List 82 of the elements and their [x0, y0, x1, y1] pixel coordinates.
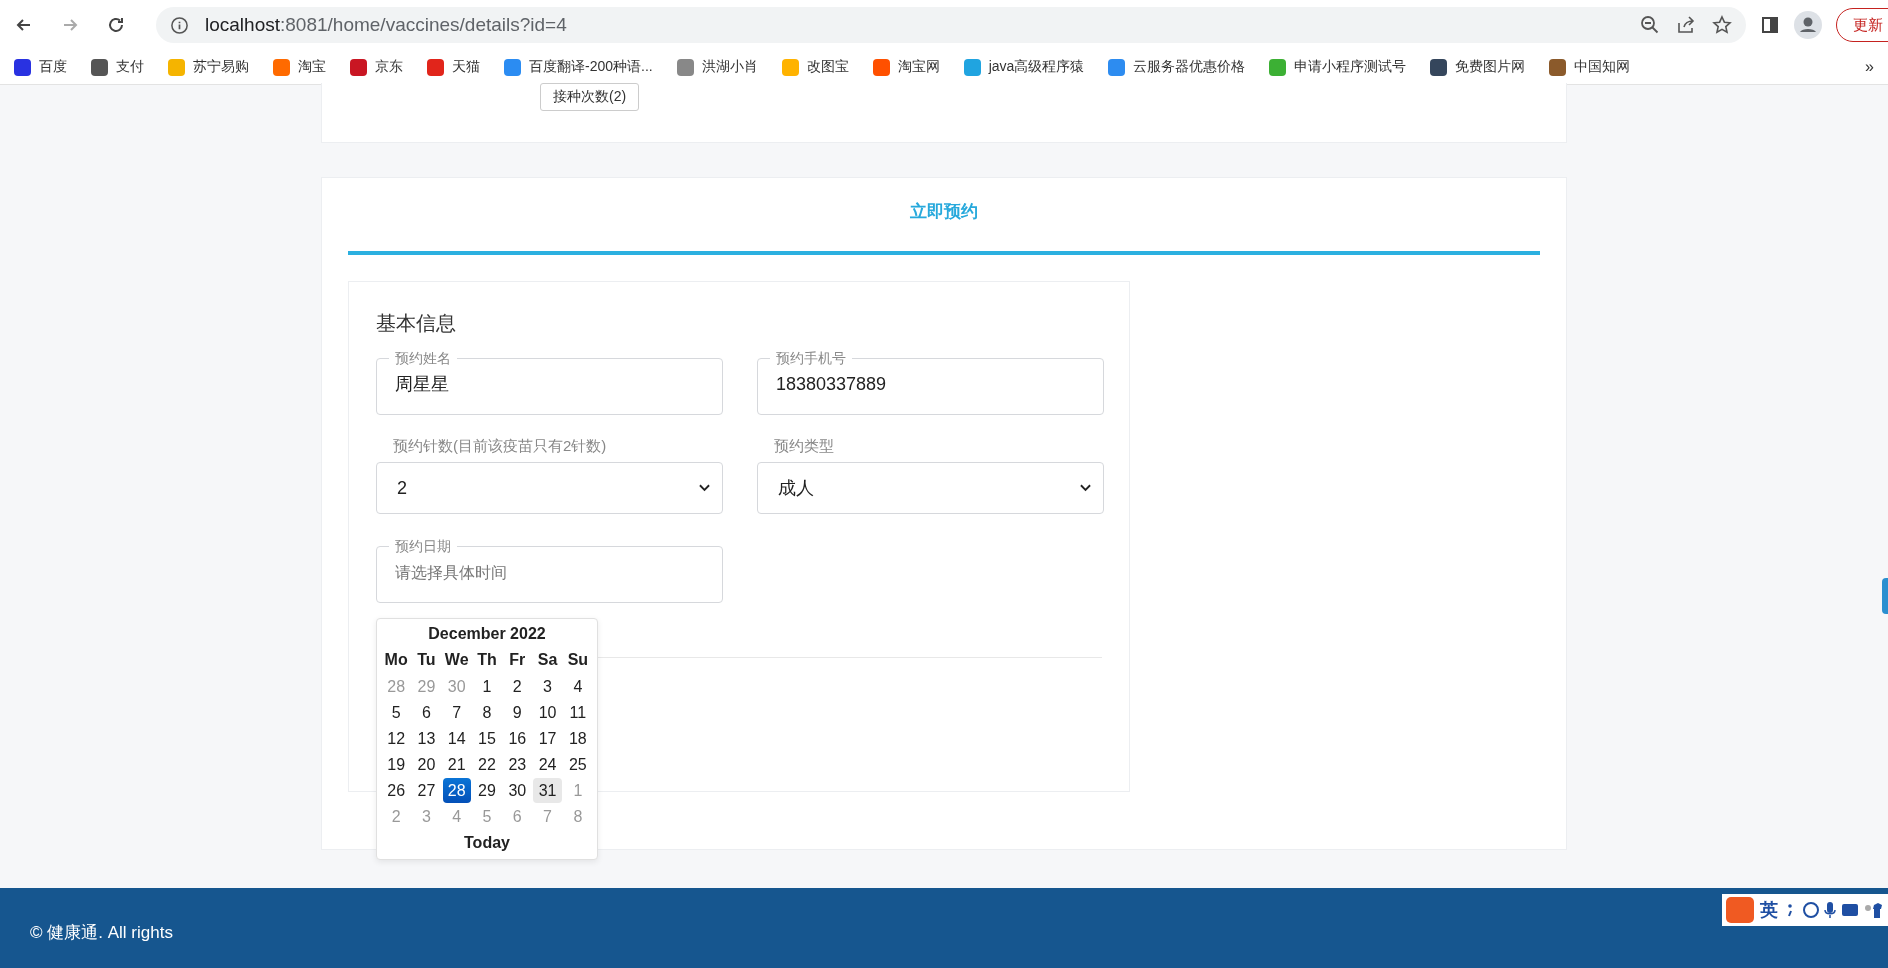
bookmark-item[interactable]: 京东: [350, 58, 403, 76]
field-label: 预约手机号: [775, 350, 847, 366]
input-mode-toggle[interactable]: 英: [1760, 898, 1778, 922]
weekday-label: Fr: [508, 650, 527, 670]
day-cell[interactable]: 15: [472, 726, 502, 751]
bookmark-item[interactable]: 天猫: [427, 58, 480, 76]
section-title: 基本信息: [376, 311, 457, 336]
day-cell[interactable]: 20: [412, 752, 441, 777]
day-cell[interactable]: 26: [382, 778, 411, 803]
day-cell[interactable]: 7: [442, 700, 471, 725]
bookmark-item[interactable]: java高级程序猿: [963, 58, 1085, 76]
bookmark-item[interactable]: 百度翻译-200种语...: [504, 58, 653, 76]
zoom-out-icon[interactable]: [1640, 15, 1660, 35]
profile-icon[interactable]: [1794, 11, 1822, 39]
bookmark-item[interactable]: 中国知网: [1549, 58, 1631, 76]
chevron-down-icon: [1080, 484, 1091, 492]
share-icon[interactable]: [1676, 15, 1696, 35]
day-cell[interactable]: 25: [563, 752, 592, 777]
day-cell[interactable]: 19: [382, 752, 411, 777]
field-label: 预约日期: [394, 538, 452, 554]
day-cell[interactable]: 28: [442, 778, 471, 803]
input-field[interactable]: 预约手机号 18380337889: [757, 350, 1104, 415]
day-cell[interactable]: 1: [472, 674, 502, 699]
update-button[interactable]: 更新: [1836, 8, 1888, 42]
day-cell[interactable]: 22: [472, 752, 502, 777]
field-label: 预约姓名: [394, 350, 452, 366]
more-bookmarks-button[interactable]: »: [1865, 58, 1874, 76]
weekday-label: We: [443, 650, 470, 670]
day-cell[interactable]: 10: [533, 700, 562, 725]
bookmark-item[interactable]: 苏宁易购: [168, 58, 249, 76]
day-cell[interactable]: 21: [442, 752, 471, 777]
bookmark-item[interactable]: 洪湖小肖: [676, 58, 758, 76]
day-cell[interactable]: 30: [503, 778, 532, 803]
bookmark-item[interactable]: 申请小程序测试号: [1269, 58, 1407, 76]
day-cell[interactable]: 12: [382, 726, 411, 751]
day-cell[interactable]: 9: [503, 700, 532, 725]
bookmark-item[interactable]: 改图宝: [781, 58, 849, 76]
day-cell[interactable]: 16: [503, 726, 532, 751]
weekday-label: Mo: [383, 650, 409, 670]
day-cell[interactable]: 18: [563, 726, 592, 751]
today-button[interactable]: Today: [458, 833, 516, 853]
side-panel-icon[interactable]: [1760, 15, 1780, 35]
bookmark-item[interactable]: 淘宝: [273, 58, 326, 76]
input-field[interactable]: 预约日期 请选择具体时间: [376, 538, 723, 603]
dose-count-tag: 接种次数(2): [540, 83, 640, 111]
weekday-label: Sa: [536, 650, 559, 670]
day-cell[interactable]: 8: [472, 700, 502, 725]
day-cell[interactable]: 13: [412, 726, 441, 751]
day-cell[interactable]: 17: [533, 726, 562, 751]
day-cell[interactable]: 24: [533, 752, 562, 777]
day-cell[interactable]: 2: [503, 674, 532, 699]
bookmark-item[interactable]: 淘宝网: [872, 58, 940, 76]
field-label: 预约针数(目前该疫苗只有2针数): [392, 437, 608, 456]
month-title: December 2022: [427, 625, 547, 643]
input-field[interactable]: 预约姓名 周星星: [376, 350, 723, 415]
address-bar[interactable]: localhost:8081/home/vaccines/details?id=4: [156, 7, 1746, 43]
info-icon[interactable]: [170, 15, 189, 35]
bookmark-item[interactable]: 支付: [91, 58, 144, 76]
day-cell[interactable]: 23: [503, 752, 532, 777]
ime-logo-icon: [1726, 897, 1754, 923]
field-label: 预约类型: [773, 437, 835, 456]
day-cell[interactable]: 14: [442, 726, 471, 751]
day-cell[interactable]: 11: [563, 700, 592, 725]
select-field[interactable]: 2: [376, 462, 723, 514]
day-cell[interactable]: 3: [533, 674, 562, 699]
select-field[interactable]: 成人: [757, 462, 1104, 514]
day-cell[interactable]: 29: [472, 778, 502, 803]
star-icon[interactable]: [1712, 15, 1732, 35]
bookmark-item[interactable]: 百度: [14, 58, 67, 76]
day-cell[interactable]: 27: [412, 778, 441, 803]
day-cell[interactable]: 5: [382, 700, 411, 725]
chevron-down-icon: [699, 484, 710, 492]
weekday-label: Su: [566, 650, 590, 670]
bookmark-item[interactable]: 免费图片网: [1430, 58, 1526, 76]
day-cell[interactable]: 31: [533, 778, 562, 803]
day-cell[interactable]: 6: [412, 700, 441, 725]
bookmark-item[interactable]: 云服务器优惠价格: [1108, 58, 1246, 76]
day-cell[interactable]: 4: [563, 674, 592, 699]
weekday-label: Th: [476, 650, 498, 670]
reload-icon[interactable]: [106, 15, 126, 35]
weekday-label: Tu: [416, 650, 437, 670]
copyright-text: © 健康通. All rights: [30, 921, 173, 944]
